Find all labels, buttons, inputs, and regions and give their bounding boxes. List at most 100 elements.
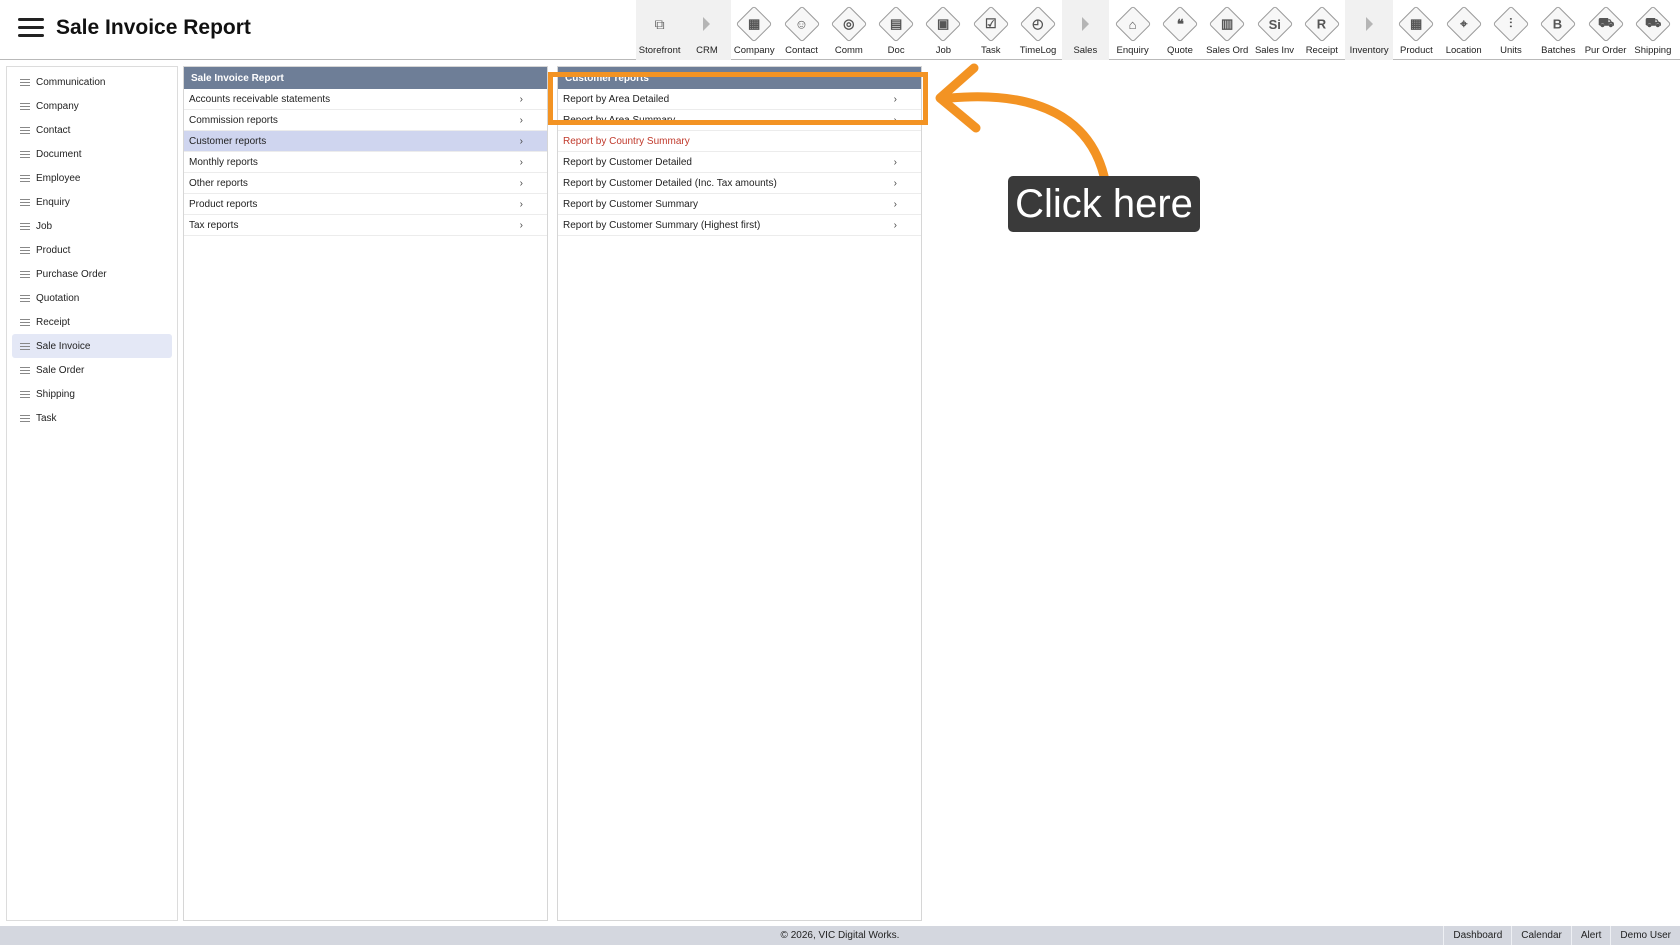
report-item-other-reports[interactable]: Other reports › (184, 173, 547, 194)
click-here-callout: Click here (1008, 176, 1200, 232)
report-item-accounts-receivable-statements[interactable]: Accounts receivable statements › (184, 89, 547, 110)
list-icon (20, 222, 30, 230)
footer-link-demo-user[interactable]: Demo User (1610, 926, 1680, 945)
sidebar-item-document[interactable]: Document (12, 142, 172, 166)
sidebar-item-purchase-order[interactable]: Purchase Order (12, 262, 172, 286)
report-item-report-by-customer-summary-highest-first[interactable]: Report by Customer Summary (Highest firs… (558, 215, 921, 236)
sidebar: Communication Company Contact Document Emplo… (6, 66, 178, 921)
report-item-label: Report by Customer Summary (Highest firs… (563, 219, 761, 231)
toolbar-label: Comm (834, 45, 863, 56)
toolbar-label: Batches (1541, 45, 1576, 56)
chevron-right-icon: › (893, 93, 897, 105)
report-item-label: Customer reports (189, 135, 267, 147)
comm-icon: ◎ (830, 5, 868, 43)
report-item-report-by-customer-detailed-inc-tax-amounts[interactable]: Report by Customer Detailed (Inc. Tax am… (558, 173, 921, 194)
toolbar-location[interactable]: ⌖ Location (1440, 0, 1487, 60)
list-icon (20, 246, 30, 254)
chevron-right-icon: › (893, 114, 897, 126)
toolbar-units[interactable]: ⫶ Units (1487, 0, 1534, 60)
report-item-tax-reports[interactable]: Tax reports › (184, 215, 547, 236)
chevron-right-icon: › (893, 177, 897, 189)
enquiry-icon: ⌂ (1114, 5, 1151, 43)
report-item-label: Other reports (189, 177, 248, 189)
sidebar-item-label: Job (36, 220, 53, 232)
report-item-customer-reports[interactable]: Customer reports › (184, 131, 547, 152)
sidebar-item-company[interactable]: Company (12, 94, 172, 118)
list-icon (20, 150, 30, 158)
footer-link-calendar[interactable]: Calendar (1511, 926, 1571, 945)
sidebar-item-shipping[interactable]: Shipping (12, 382, 172, 406)
report-item-report-by-area-summary[interactable]: Report by Area Summary › (558, 110, 921, 131)
toolbar-comm[interactable]: ◎ Comm (825, 0, 872, 60)
task-icon: ☑ (972, 5, 1010, 43)
sidebar-item-sale-order[interactable]: Sale Order (12, 358, 172, 382)
report-item-report-by-customer-detailed[interactable]: Report by Customer Detailed › (558, 152, 921, 173)
report-item-label: Report by Customer Detailed (563, 156, 692, 168)
report-item-commission-reports[interactable]: Commission reports › (184, 110, 547, 131)
sidebar-item-contact[interactable]: Contact (12, 118, 172, 142)
toolbar-company[interactable]: ▦ Company (731, 0, 778, 60)
chevron-right-icon: › (519, 93, 523, 105)
footer-link-dashboard[interactable]: Dashboard (1443, 926, 1511, 945)
list-icon (20, 390, 30, 398)
sales-order-icon: ▥ (1208, 5, 1246, 43)
company-icon: ▦ (735, 5, 773, 43)
sidebar-item-quotation[interactable]: Quotation (12, 286, 172, 310)
report-item-label: Report by Country Summary (563, 135, 690, 147)
module-toolbar: ⧉ Storefront CRM ▦ Company ☺ Contact ◎ Comm ▤ Doc ▣… (636, 0, 1677, 60)
toolbar-shipping[interactable]: ⛟ Shipping (1629, 0, 1676, 60)
toolbar-job[interactable]: ▣ Job (920, 0, 967, 60)
toolbar-storefront[interactable]: ⧉ Storefront (636, 0, 684, 60)
sidebar-item-communication[interactable]: Communication (12, 70, 172, 94)
sidebar-item-product[interactable]: Product (12, 238, 172, 262)
list-icon (20, 174, 30, 182)
report-item-product-reports[interactable]: Product reports › (184, 194, 547, 215)
toolbar-enquiry[interactable]: ⌂ Enquiry (1109, 0, 1156, 60)
toolbar-quote[interactable]: ❝ Quote (1156, 0, 1203, 60)
sidebar-item-label: Quotation (36, 292, 80, 304)
toolbar-doc[interactable]: ▤ Doc (872, 0, 919, 60)
report-item-label: Report by Customer Detailed (Inc. Tax am… (563, 177, 777, 189)
toolbar-task[interactable]: ☑ Task (967, 0, 1014, 60)
list-icon (20, 318, 30, 326)
caret-right-icon (1068, 7, 1102, 41)
sidebar-item-receipt[interactable]: Receipt (12, 310, 172, 334)
toolbar-sales-inv[interactable]: Si Sales Inv (1251, 0, 1298, 60)
sidebar-item-enquiry[interactable]: Enquiry (12, 190, 172, 214)
toolbar-label: Shipping (1634, 45, 1672, 56)
footer-link-alert[interactable]: Alert (1570, 926, 1611, 945)
toolbar-timelog[interactable]: ◴ TimeLog (1014, 0, 1061, 60)
sidebar-item-employee[interactable]: Employee (12, 166, 172, 190)
chevron-right-icon: › (519, 135, 523, 147)
chevron-right-icon: › (519, 198, 523, 210)
sidebar-item-label: Shipping (36, 388, 75, 400)
page-title: Sale Invoice Report (56, 16, 251, 39)
footer: © 2026, VIC Digital Works. Dashboard Cale… (0, 926, 1680, 945)
list-icon (20, 366, 30, 374)
toolbar-sales-ord[interactable]: ▥ Sales Ord (1204, 0, 1251, 60)
chevron-right-icon: › (893, 156, 897, 168)
toolbar-product[interactable]: ▦ Product (1393, 0, 1440, 60)
report-item-report-by-customer-summary[interactable]: Report by Customer Summary › (558, 194, 921, 215)
toolbar-batches[interactable]: B Batches (1535, 0, 1582, 60)
sidebar-item-sale-invoice[interactable]: Sale Invoice (12, 334, 172, 358)
list-icon (20, 270, 30, 278)
toolbar-inventory[interactable]: Inventory (1345, 0, 1393, 60)
toolbar-label: Contact (785, 45, 818, 56)
report-item-report-by-area-detailed[interactable]: Report by Area Detailed › (558, 89, 921, 110)
app-header: Sale Invoice Report ⧉ Storefront CRM ▦ Compa… (0, 0, 1680, 60)
sidebar-item-job[interactable]: Job (12, 214, 172, 238)
menu-icon[interactable] (18, 18, 44, 38)
toolbar-receipt[interactable]: R Receipt (1298, 0, 1345, 60)
toolbar-label: CRM (696, 45, 718, 56)
timelog-icon: ◴ (1019, 5, 1057, 43)
report-item-report-by-country-summary[interactable]: Report by Country Summary (558, 131, 921, 152)
toolbar-contact[interactable]: ☺ Contact (778, 0, 825, 60)
sidebar-item-task[interactable]: Task (12, 406, 172, 430)
report-item-monthly-reports[interactable]: Monthly reports › (184, 152, 547, 173)
product-icon: ▦ (1398, 5, 1435, 43)
toolbar-label: Company (733, 45, 775, 56)
toolbar-pur-order[interactable]: ⛟ Pur Order (1582, 0, 1629, 60)
toolbar-crm[interactable]: CRM (683, 0, 731, 60)
toolbar-sales[interactable]: Sales (1061, 0, 1109, 60)
